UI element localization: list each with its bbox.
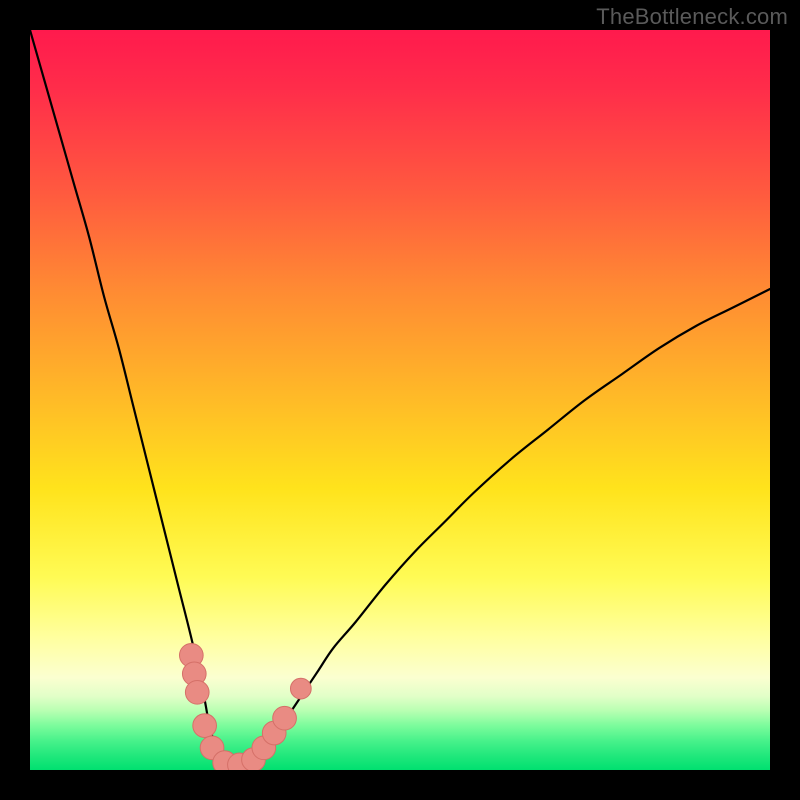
curve-marker: [193, 714, 217, 738]
plot-area: [30, 30, 770, 770]
curve-marker: [185, 680, 209, 704]
watermark-text: TheBottleneck.com: [596, 4, 788, 30]
curve-marker: [273, 706, 297, 730]
curve-layer: [30, 30, 770, 770]
chart-frame: TheBottleneck.com: [0, 0, 800, 800]
curve-marker: [290, 678, 311, 699]
bottleneck-curve: [30, 30, 770, 767]
marker-group: [179, 643, 311, 770]
